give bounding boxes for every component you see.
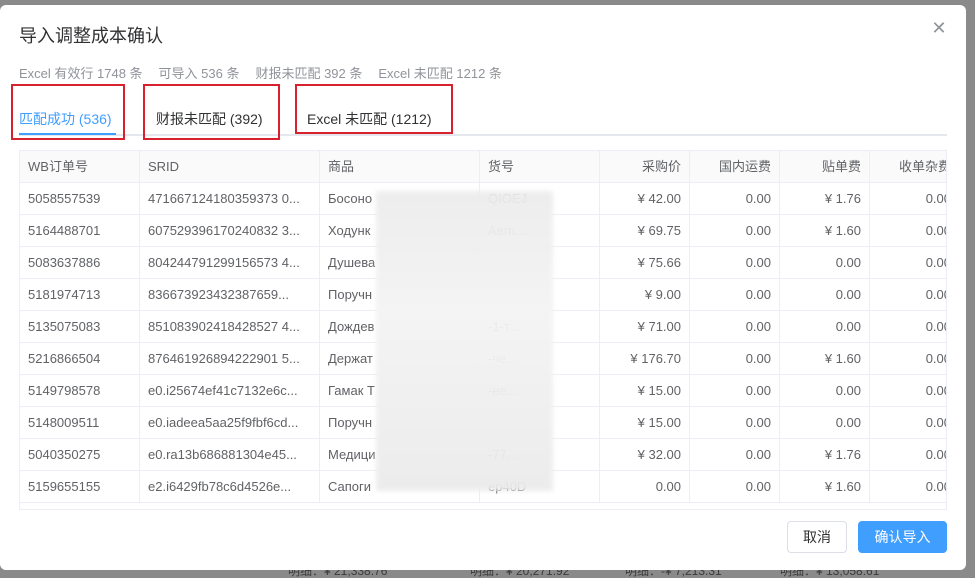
table-cell: 804244791299156573 4...	[140, 247, 320, 279]
tab-excel-unmatched[interactable]: Excel 未匹配 (1212)	[307, 88, 431, 136]
table-cell: 5181974713	[20, 279, 140, 311]
cancel-button[interactable]: 取消	[787, 521, 847, 553]
table-cell: 0.00	[870, 279, 946, 311]
table-cell: 0.00	[780, 279, 870, 311]
table-cell: 0.00	[870, 183, 946, 215]
table-cell: 5159655155	[20, 471, 140, 503]
table-cell: ¥ 1.60	[780, 471, 870, 503]
table-cell: 5149798578	[20, 375, 140, 407]
table-cell: e0.iadeea5aa25f9fbf6cd...	[140, 407, 320, 439]
table-cell: ¥ 15.00	[600, 407, 690, 439]
column-header[interactable]: 货号	[480, 151, 600, 183]
table-cell: 5216866504	[20, 343, 140, 375]
table-cell: 0.00	[780, 375, 870, 407]
table-cell: 0.00	[870, 343, 946, 375]
table-cell: ¥ 9.00	[600, 279, 690, 311]
table-cell: 0.00	[600, 471, 690, 503]
table-cell: 0.00	[780, 247, 870, 279]
table-header: WB订单号 SRID 商品 货号 采购价 国内运费 贴单费 收单杂费	[20, 151, 946, 183]
tab-report-unmatched[interactable]: 财报未匹配 (392)	[156, 88, 263, 136]
table-cell: ¥ 1.76	[780, 183, 870, 215]
table-cell: 0.00	[690, 247, 780, 279]
table-cell: ¥ 32.00	[600, 439, 690, 471]
table-cell: e2.i6429fb78c6d4526e...	[140, 471, 320, 503]
table-cell: ¥ 42.00	[600, 183, 690, 215]
table-cell: ¥ 15.00	[600, 375, 690, 407]
table-cell: 0.00	[870, 311, 946, 343]
column-header[interactable]: 国内运费	[690, 151, 780, 183]
table-cell: 876461926894222901 5...	[140, 343, 320, 375]
table-cell: 5164488701	[20, 215, 140, 247]
column-header[interactable]: 收单杂费	[870, 151, 946, 183]
result-tabs: 匹配成功 (536) 财报未匹配 (392) Excel 未匹配 (1212)	[19, 88, 947, 136]
column-header[interactable]: 商品	[320, 151, 480, 183]
column-header[interactable]: 采购价	[600, 151, 690, 183]
table-cell: 0.00	[690, 471, 780, 503]
confirm-import-button[interactable]: 确认导入	[858, 521, 947, 553]
column-header[interactable]: WB订单号	[20, 151, 140, 183]
column-header[interactable]: SRID	[140, 151, 320, 183]
table-cell: 0.00	[870, 247, 946, 279]
table-cell: 0.00	[690, 439, 780, 471]
table-cell: 607529396170240832 3...	[140, 215, 320, 247]
table-cell: 0.00	[780, 311, 870, 343]
table-cell: ¥ 1.60	[780, 343, 870, 375]
active-tab-indicator	[19, 133, 116, 135]
stat-valid-rows: Excel 有效行 1748 条	[19, 66, 143, 81]
table-cell: e0.ra13b686881304e45...	[140, 439, 320, 471]
table-cell: 0.00	[690, 311, 780, 343]
tab-matched[interactable]: 匹配成功 (536)	[19, 88, 112, 136]
import-stats: Excel 有效行 1748 条 可导入 536 条 财报未匹配 392 条 E…	[19, 63, 502, 82]
stat-excel-unmatched: Excel 未匹配 1212 条	[378, 66, 502, 81]
table-cell: 5135075083	[20, 311, 140, 343]
table-cell: 0.00	[690, 343, 780, 375]
table-cell: 5058557539	[20, 183, 140, 215]
table-cell: 5083637886	[20, 247, 140, 279]
table-cell: 0.00	[690, 183, 780, 215]
table-cell: ¥ 69.75	[600, 215, 690, 247]
table-cell: 0.00	[870, 471, 946, 503]
table-cell: 836673923432387659...	[140, 279, 320, 311]
close-icon[interactable]: ✕	[930, 19, 948, 37]
table-cell: 0.00	[690, 215, 780, 247]
table-cell: 5148009511	[20, 407, 140, 439]
table-cell: 5040350275	[20, 439, 140, 471]
table-cell: 471667124180359373 0...	[140, 183, 320, 215]
table-cell: ¥ 176.70	[600, 343, 690, 375]
table-cell: 0.00	[780, 407, 870, 439]
table-cell: 851083902418428527 4...	[140, 311, 320, 343]
redacted-region	[376, 191, 553, 491]
matched-table: WB订单号 SRID 商品 货号 采购价 国内运费 贴单费 收单杂费 50585…	[19, 150, 947, 510]
table-cell: 0.00	[870, 375, 946, 407]
table-cell: 0.00	[690, 279, 780, 311]
table-cell: ¥ 1.76	[780, 439, 870, 471]
import-confirm-dialog: 导入调整成本确认 ✕ Excel 有效行 1748 条 可导入 536 条 财报…	[0, 5, 966, 570]
table-cell: 0.00	[870, 439, 946, 471]
stat-report-unmatched: 财报未匹配 392 条	[255, 66, 363, 81]
table-cell: 0.00	[690, 375, 780, 407]
dialog-title: 导入调整成本确认	[19, 26, 163, 46]
table-cell: 0.00	[870, 215, 946, 247]
table-cell: e0.i25674ef41c7132e6c...	[140, 375, 320, 407]
table-cell: ¥ 75.66	[600, 247, 690, 279]
table-cell: ¥ 1.60	[780, 215, 870, 247]
table-cell: ¥ 71.00	[600, 311, 690, 343]
table-cell: 0.00	[690, 407, 780, 439]
table-cell: 0.00	[870, 407, 946, 439]
stat-importable: 可导入 536 条	[158, 66, 240, 81]
column-header[interactable]: 贴单费	[780, 151, 870, 183]
